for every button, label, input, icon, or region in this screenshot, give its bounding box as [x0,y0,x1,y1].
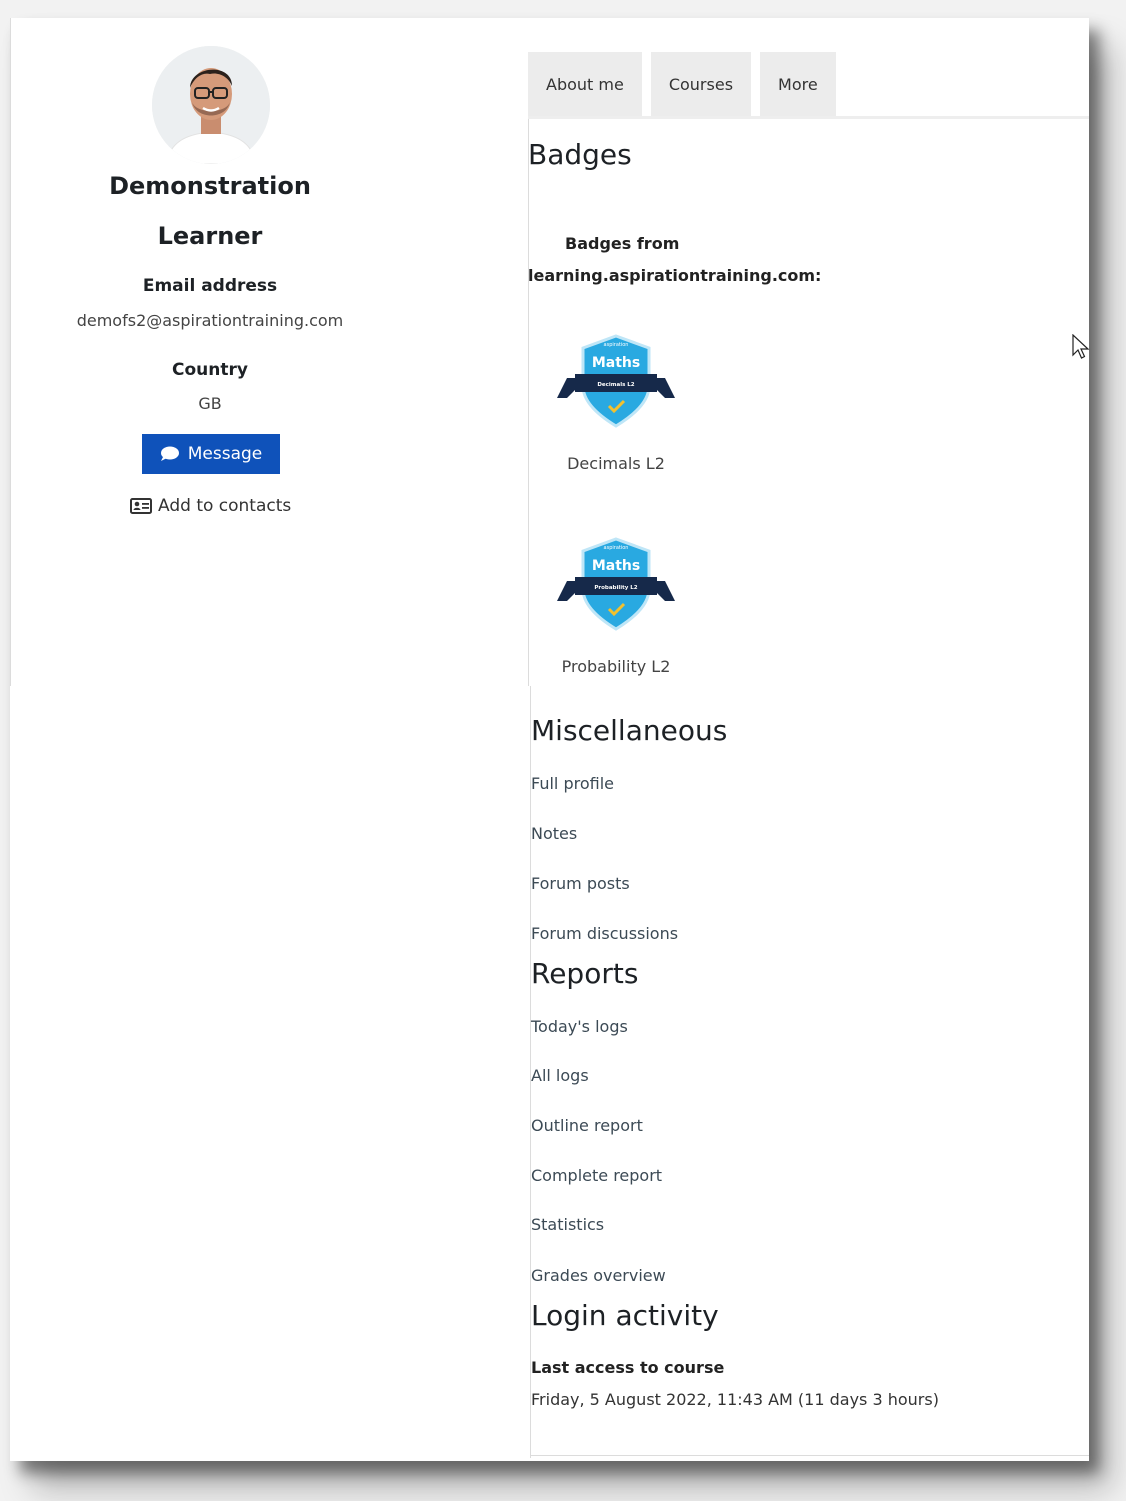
badge-brand: aspiration [604,342,629,348]
divider [530,1455,1089,1456]
country-value: GB [198,394,222,413]
user-name-first: Demonstration [109,172,311,200]
todays-logs-link[interactable]: Today's logs [531,1017,628,1036]
add-to-contacts-label: Add to contacts [158,496,292,516]
miscellaneous-heading: Miscellaneous [531,714,728,747]
notes-link[interactable]: Notes [531,824,577,843]
badge-title: Maths [592,558,640,574]
mouse-cursor-icon [1072,334,1090,359]
add-to-contacts-link[interactable]: Add to contacts [130,494,291,518]
complete-report-link[interactable]: Complete report [531,1166,662,1185]
badge-title: Maths [592,355,640,371]
maths-badge-icon: aspiration Maths Decimals L2 [557,334,675,428]
badges-source-line1: Badges from [565,234,680,253]
badges-source-line2: learning.aspirationtraining.com: [528,266,822,285]
badge-name: Probability L2 [561,657,671,676]
email-label: Email address [142,276,278,296]
chat-icon [160,446,179,461]
tab-courses[interactable]: Courses [650,52,752,116]
full-profile-link[interactable]: Full profile [531,774,614,793]
badges-heading: Badges [528,138,632,171]
address-card-icon [130,498,152,514]
forum-posts-link[interactable]: Forum posts [531,874,630,893]
last-access-value: Friday, 5 August 2022, 11:43 AM (11 days… [531,1390,939,1409]
page-frame: Demonstration Learner Email address demo… [10,18,1090,1461]
outline-report-link[interactable]: Outline report [531,1116,643,1135]
reports-heading: Reports [531,957,639,990]
statistics-link[interactable]: Statistics [531,1215,604,1234]
all-logs-link[interactable]: All logs [531,1066,589,1085]
badge-brand: aspiration [604,545,629,551]
country-label: Country [172,360,248,380]
divider [528,116,529,686]
badges-source: Badges from learning.aspirationtraining.… [528,228,828,292]
grades-overview-link[interactable]: Grades overview [531,1266,666,1285]
divider [10,18,11,686]
badge-probability[interactable]: aspiration Maths Probability L2 Probabil… [551,537,681,676]
message-button[interactable]: Message [142,434,280,474]
badge-subtitle: Decimals L2 [597,382,634,388]
last-access-label: Last access to course [531,1358,725,1377]
tabs-underline [528,116,1089,119]
profile-tabs: About me Courses More [528,52,836,116]
email-value: demofs2@aspirationtraining.com [76,311,344,330]
forum-discussions-link[interactable]: Forum discussions [531,924,678,943]
badge-subtitle: Probability L2 [594,585,637,591]
badge-name: Decimals L2 [567,454,665,473]
maths-badge-icon: aspiration Maths Probability L2 [557,537,675,631]
user-name-last: Learner [157,222,263,250]
badge-decimals[interactable]: aspiration Maths Decimals L2 Decimals L2 [551,334,681,473]
avatar [152,46,270,164]
avatar-image [152,46,270,164]
tab-more[interactable]: More [760,52,836,116]
login-activity-heading: Login activity [531,1299,719,1332]
tab-about-me[interactable]: About me [528,52,642,116]
message-button-label: Message [187,444,263,464]
